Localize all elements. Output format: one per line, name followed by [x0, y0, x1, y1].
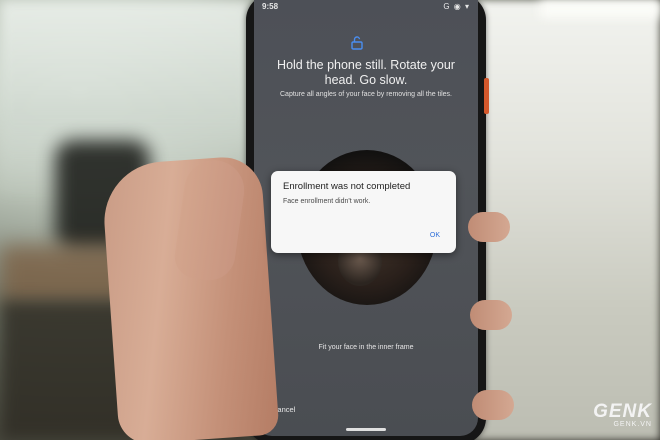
ok-button[interactable]: OK	[430, 232, 440, 239]
background-light	[540, 0, 660, 18]
watermark: GENK GENK.VN	[593, 402, 652, 428]
watermark-url: GENK.VN	[613, 421, 652, 428]
power-button	[484, 78, 489, 114]
error-dialog: Enrollment was not completed Face enroll…	[271, 171, 456, 253]
finger	[470, 300, 512, 330]
status-time: 9:58	[262, 2, 279, 11]
fit-face-hint: Fit your face in the inner frame	[318, 344, 414, 351]
finger	[472, 390, 514, 420]
navigation-handle[interactable]	[346, 428, 386, 431]
finger	[468, 212, 510, 242]
watermark-logo: GENK	[593, 401, 652, 422]
status-bar: 9:58 G ◉ ▾	[254, 0, 478, 14]
enrollment-subline: Capture all angles of your face by remov…	[280, 91, 452, 98]
dialog-title: Enrollment was not completed	[283, 181, 411, 192]
lock-open-icon	[351, 36, 363, 50]
enrollment-headline: Hold the phone still. Rotate your head. …	[277, 58, 455, 87]
status-icons: G ◉ ▾	[443, 2, 470, 11]
dialog-message: Face enrollment didn't work.	[283, 198, 371, 205]
